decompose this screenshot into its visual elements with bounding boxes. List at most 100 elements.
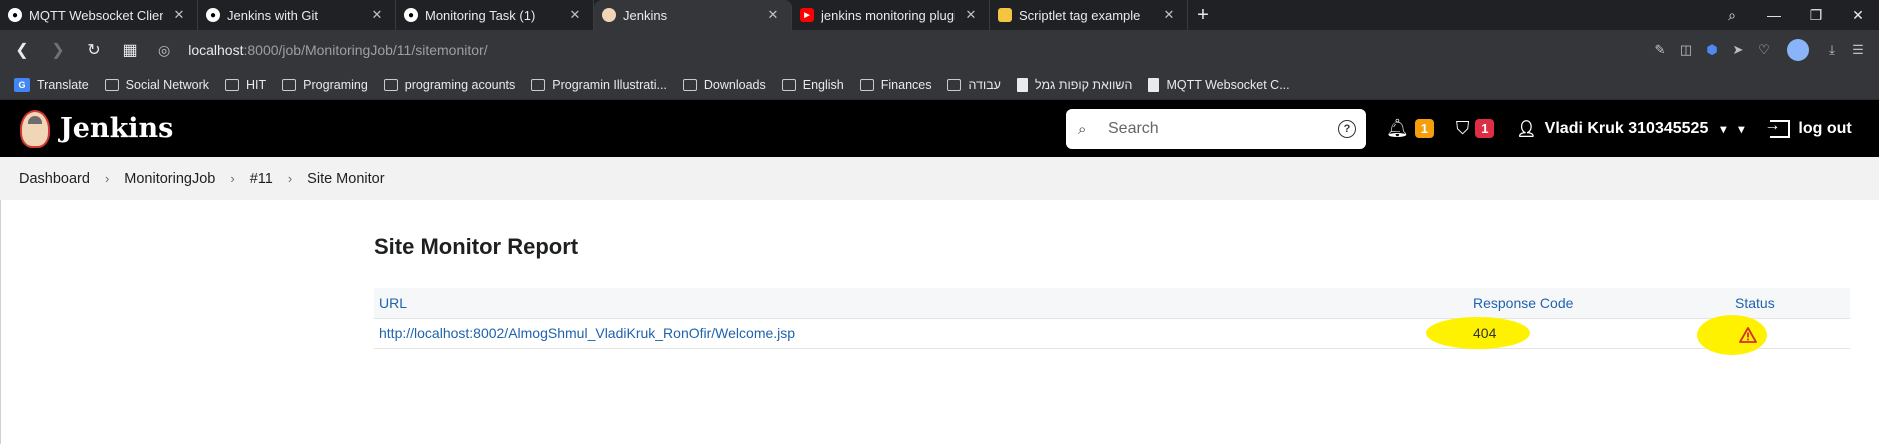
shield-extension-icon[interactable]: ⬢	[1699, 37, 1725, 63]
folder-icon	[531, 78, 546, 91]
heart-icon[interactable]: ♡	[1751, 37, 1777, 63]
back-icon[interactable]: ❮	[8, 36, 36, 64]
youtube-icon: ▶	[800, 8, 814, 22]
search-icon: ⌕	[1078, 120, 1087, 138]
bookmark-compare-funds[interactable]: השוואת קופות גמל	[1016, 77, 1132, 92]
chevron-right-icon: ›	[104, 171, 110, 186]
bookmark-downloads[interactable]: Downloads	[682, 78, 766, 92]
github-icon: ●	[8, 8, 22, 22]
folder-icon	[104, 78, 119, 91]
toolbar-icons: ✎ ◫ ⬢ ➤ ♡ ⤓ ☰	[1647, 37, 1871, 63]
bookmark-social-network[interactable]: Social Network	[104, 78, 209, 92]
url-path: :8000/job/MonitoringJob/11/sitemonitor/	[243, 42, 488, 58]
user-icon: 👤︎	[1516, 120, 1537, 138]
browser-tab-bar: ● MQTT Websocket Client ✕ ● Jenkins with…	[0, 0, 1879, 30]
breadcrumb: Dashboard › MonitoringJob › #11 › Site M…	[0, 157, 1879, 200]
bell-icon[interactable]: 🔔︎	[1386, 118, 1409, 139]
search-box: ⌕ ?	[1066, 109, 1366, 149]
folder-icon	[225, 78, 240, 91]
site-info-icon[interactable]: ◎	[158, 42, 170, 59]
page-title: Site Monitor Report	[374, 234, 579, 259]
tab-label: Scriptlet tag example	[1019, 7, 1141, 23]
tab-label: Jenkins with Git	[227, 7, 319, 23]
security-shield-icon[interactable]: ⛉	[1456, 118, 1470, 139]
chevron-down-icon[interactable]: ▾	[1720, 122, 1726, 136]
tab-monitoring-task[interactable]: ● Monitoring Task (1) ✕	[396, 0, 594, 30]
security-badge[interactable]: 1	[1475, 119, 1495, 138]
column-header-status[interactable]: Status	[1730, 288, 1850, 319]
user-menu[interactable]: 👤︎ Vladi Kruk 310345525 ▾ ▾	[1516, 119, 1744, 139]
tab-jenkins[interactable]: Jenkins ✕	[594, 0, 792, 30]
restore-icon[interactable]: ❐	[1795, 0, 1837, 30]
bookmark-finances[interactable]: Finances	[859, 78, 931, 92]
bookmark-translate[interactable]: G Translate	[14, 77, 89, 92]
breadcrumb-monitoringjob[interactable]: MonitoringJob	[124, 171, 215, 187]
menu-icon[interactable]: ☰	[1845, 37, 1871, 63]
folder-icon	[781, 78, 796, 91]
table-row: http://localhost:8002/AlmogShmul_VladiKr…	[374, 314, 1850, 355]
chevron-right-icon: ›	[287, 171, 293, 186]
tab-scriptlet[interactable]: Scriptlet tag example ✕	[990, 0, 1188, 30]
profile-avatar[interactable]	[1787, 39, 1809, 61]
breadcrumb-dashboard[interactable]: Dashboard	[19, 171, 90, 187]
page-icon	[1148, 77, 1160, 92]
address-bar-row: ❮ ❯ ↻ ▦ ◎ localhost:8000/job/MonitoringJ…	[0, 30, 1879, 70]
bookmark-work[interactable]: עבודה	[947, 78, 1001, 92]
search-input[interactable]	[1108, 120, 1328, 138]
bookmark-english[interactable]: English	[781, 78, 844, 92]
folder-icon	[383, 78, 398, 91]
edit-icon[interactable]: ✎	[1647, 37, 1673, 63]
tab-youtube[interactable]: ▶ jenkins monitoring plugin - ✕	[792, 0, 990, 30]
download-icon[interactable]: ⤓	[1819, 37, 1845, 63]
address-input[interactable]: ◎ localhost:8000/job/MonitoringJob/11/si…	[158, 36, 1647, 64]
close-icon[interactable]: ✕	[765, 7, 781, 23]
help-icon[interactable]: ?	[1338, 120, 1356, 138]
tab-mqtt[interactable]: ● MQTT Websocket Client ✕	[0, 0, 198, 30]
reload-icon[interactable]: ↻	[80, 36, 108, 64]
header-actions: 🔔︎ 1 ⛉ 1 👤︎ Vladi Kruk 310345525 ▾ ▾ log…	[1386, 100, 1852, 157]
tab-jenkins-git[interactable]: ● Jenkins with Git ✕	[198, 0, 396, 30]
bookmarks-bar: G Translate Social Network HIT Programing…	[0, 70, 1879, 100]
breadcrumb-site-monitor[interactable]: Site Monitor	[307, 171, 384, 187]
folder-icon	[859, 78, 874, 91]
close-icon[interactable]: ✕	[369, 7, 385, 23]
url-host: localhost	[188, 42, 244, 58]
main-content: Site Monitor Report URL Response Code St…	[0, 200, 1879, 444]
response-code-cell: 404	[1426, 316, 1730, 349]
forward-icon[interactable]: ❯	[44, 36, 72, 64]
minimize-icon[interactable]: —	[1753, 0, 1795, 30]
search-tabs-icon[interactable]: ⌕	[1711, 0, 1753, 30]
column-header-response-code[interactable]: Response Code	[1468, 288, 1730, 319]
folder-icon	[947, 78, 962, 91]
page-icon	[1016, 77, 1028, 92]
logout-button[interactable]: log out	[1764, 117, 1852, 138]
column-header-url[interactable]: URL	[374, 288, 1468, 319]
google-translate-icon: G	[14, 77, 30, 92]
chevron-down-icon[interactable]: ▾	[1738, 122, 1744, 136]
jenkins-butler-icon	[20, 109, 50, 148]
close-window-icon[interactable]: ✕	[1837, 0, 1879, 30]
close-icon[interactable]: ✕	[1161, 7, 1177, 23]
bookmark-mqtt-websocket[interactable]: MQTT Websocket C...	[1148, 77, 1290, 92]
folder-icon	[282, 78, 297, 91]
bookmark-programing[interactable]: Programing	[282, 78, 368, 92]
notifications-badge[interactable]: 1	[1414, 119, 1434, 138]
tab-label: jenkins monitoring plugin -	[821, 7, 955, 23]
close-icon[interactable]: ✕	[567, 7, 583, 23]
bookmark-programing-acounts[interactable]: programing acounts	[383, 78, 515, 92]
close-icon[interactable]: ✕	[963, 7, 979, 23]
bookmark-programin-illustrati[interactable]: Programin Illustrati...	[531, 78, 667, 92]
breadcrumb-build[interactable]: #11	[250, 171, 273, 187]
tab-label: MQTT Websocket Client	[29, 7, 163, 23]
jenkins-logo-link[interactable]: Jenkins	[20, 109, 173, 148]
status-cell	[1697, 314, 1850, 355]
response-code-value: 404	[1473, 325, 1497, 341]
jenkins-header: Jenkins ⌕ ? 🔔︎ 1 ⛉ 1 👤︎ Vladi Kruk 31034…	[0, 100, 1879, 157]
close-icon[interactable]: ✕	[171, 7, 187, 23]
new-tab-button[interactable]: +	[1188, 0, 1218, 30]
monitored-url-link[interactable]: http://localhost:8002/AlmogShmul_VladiKr…	[379, 325, 795, 341]
bookmark-hit[interactable]: HIT	[225, 78, 266, 92]
tab-grid-icon[interactable]: ▦	[116, 36, 144, 64]
send-icon[interactable]: ➤	[1725, 37, 1751, 63]
camera-icon[interactable]: ◫	[1673, 37, 1699, 63]
